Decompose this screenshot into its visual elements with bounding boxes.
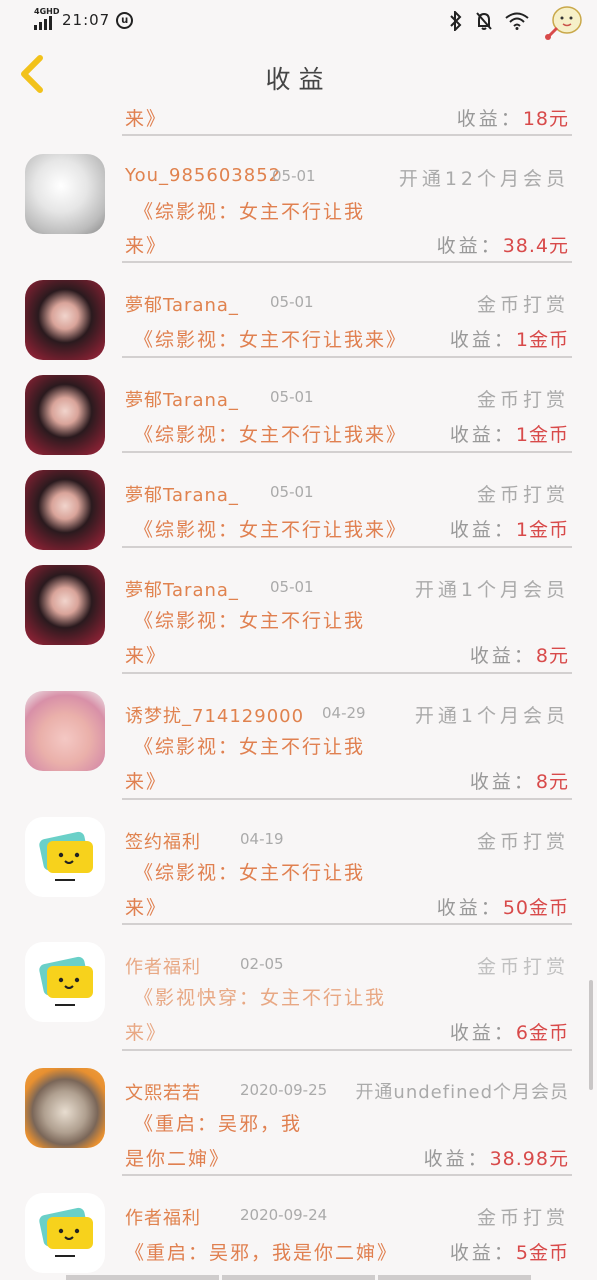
- earnings: 收益：6金币: [449, 1022, 569, 1044]
- user-name: 作者福利: [125, 1208, 201, 1229]
- book-title-cont: 来》: [125, 645, 168, 667]
- user-name: 夢郁Tarana_: [125, 390, 239, 411]
- earning-type: 金币打赏: [476, 956, 569, 978]
- avatar: [25, 1193, 105, 1273]
- book-title: 《综影视：女主不行让我: [134, 862, 366, 884]
- book-title: 《综影视：女主不行让我来》: [134, 329, 408, 351]
- chat-bubble-icon: [39, 831, 93, 881]
- avatar: [25, 470, 105, 550]
- list-item[interactable]: 夢郁Tarana_ 05-01 金币打赏 《综影视：女主不行让我来》 收益：1金…: [0, 453, 597, 550]
- bell-off-icon: [475, 11, 493, 36]
- book-title: 《综影视：女主不行让我: [134, 201, 366, 223]
- book-title: 《重启：吴邪，我是你二婶》: [125, 1242, 399, 1264]
- avatar: [25, 375, 105, 455]
- date: 05-01: [270, 293, 314, 311]
- scrollbar[interactable]: [589, 980, 593, 1090]
- book-title-cont: 来》: [125, 235, 168, 257]
- header: 收益: [0, 46, 597, 100]
- book-title: 《综影视：女主不行让我来》: [134, 424, 408, 446]
- earnings: 收益：8元: [469, 645, 569, 667]
- earning-type: 开通1个月会员: [414, 579, 569, 601]
- user-name: 签约福利: [125, 832, 201, 853]
- earnings-list[interactable]: 来》 收益：18元 You_985603852 05-01 开通12个月会员 《…: [0, 100, 597, 1280]
- date: 2020-09-25: [240, 1081, 328, 1099]
- book-title-cont: 来》: [125, 897, 168, 919]
- book-title: 《影视快穿：女主不行让我: [134, 987, 387, 1009]
- list-item[interactable]: 作者福利 02-05 金币打赏 《影视快穿：女主不行让我 来》 收益：6金币: [0, 925, 597, 1051]
- list-item[interactable]: 文熙若若 2020-09-25 开通undefined个月会员 《重启：吴邪，我…: [0, 1051, 597, 1176]
- avatar: [25, 817, 105, 897]
- avatar: [25, 154, 105, 234]
- earning-type: 开通12个月会员: [398, 168, 569, 190]
- earnings: 收益：1金币: [449, 519, 569, 541]
- user-name: 作者福利: [125, 957, 201, 978]
- list-item[interactable]: 来》 收益：18元: [0, 100, 597, 137]
- status-left: 4GHD 21:07 u: [34, 7, 134, 30]
- book-title-cont: 来》: [125, 771, 168, 793]
- earning-type: 金币打赏: [476, 294, 569, 316]
- avatar: [25, 691, 105, 771]
- network-type: 4GHD: [34, 7, 60, 16]
- book-title-cont: 来》: [125, 1022, 168, 1044]
- list-item[interactable]: 夢郁Tarana_ 05-01 开通1个月会员 《综影视：女主不行让我 来》 收…: [0, 548, 597, 674]
- date: 02-05: [240, 955, 284, 973]
- user-name: 夢郁Tarana_: [125, 485, 239, 506]
- earnings: 收益：50金币: [436, 897, 569, 919]
- earning-type: 金币打赏: [476, 484, 569, 506]
- bluetooth-icon: [449, 9, 463, 36]
- divider: [122, 134, 572, 136]
- avatar: [25, 280, 105, 360]
- date: 2020-09-24: [240, 1206, 328, 1224]
- avatar: [25, 942, 105, 1022]
- earnings: 收益：38.4元: [436, 235, 569, 257]
- earnings: 收益：18元: [456, 108, 569, 130]
- avatar: [25, 1068, 105, 1148]
- earning-type: 金币打赏: [476, 389, 569, 411]
- user-name: 夢郁Tarana_: [125, 295, 239, 316]
- earning-type: 金币打赏: [476, 1207, 569, 1229]
- avatar: [25, 565, 105, 645]
- status-bar: 4GHD 21:07 u: [0, 0, 597, 46]
- date: 05-01: [270, 483, 314, 501]
- list-item[interactable]: 夢郁Tarana_ 05-01 金币打赏 《综影视：女主不行让我来》 收益：1金…: [0, 358, 597, 455]
- earning-type: 开通1个月会员: [414, 705, 569, 727]
- book-title: 《综影视：女主不行让我来》: [134, 519, 408, 541]
- chat-bubble-icon: [39, 956, 93, 1006]
- user-name: 夢郁Tarana_: [125, 580, 239, 601]
- book-title: 《重启：吴邪，我: [134, 1113, 303, 1135]
- user-name: You_985603852: [125, 165, 282, 186]
- date: 04-29: [322, 704, 366, 722]
- mascot-icon: [541, 4, 583, 42]
- date: 05-01: [272, 167, 316, 185]
- list-item[interactable]: 诱梦扰_714129000 04-29 开通1个月会员 《综影视：女主不行让我 …: [0, 674, 597, 800]
- list-item[interactable]: 作者福利 2020-09-24 金币打赏 《重启：吴邪，我是你二婶》 收益：5金…: [0, 1176, 597, 1280]
- date: 04-19: [240, 830, 284, 848]
- earnings: 收益：1金币: [449, 424, 569, 446]
- book-title-cont: 是你二婶》: [125, 1148, 231, 1170]
- clock: 21:07: [62, 11, 111, 29]
- list-item[interactable]: 夢郁Tarana_ 05-01 金币打赏 《综影视：女主不行让我来》 收益：1金…: [0, 263, 597, 360]
- status-right: [449, 4, 583, 42]
- list-item[interactable]: 签约福利 04-19 金币打赏 《综影视：女主不行让我 来》 收益：50金币: [0, 800, 597, 925]
- notification-app-icon: u: [116, 11, 134, 29]
- earning-type: 金币打赏: [476, 831, 569, 853]
- date: 05-01: [270, 578, 314, 596]
- wifi-icon: [505, 12, 529, 35]
- book-title: 《综影视：女主不行让我: [134, 736, 366, 758]
- user-name: 诱梦扰_714129000: [125, 706, 305, 727]
- earnings: 收益：8元: [469, 771, 569, 793]
- earnings: 收益：38.98元: [423, 1148, 569, 1170]
- date: 05-01: [270, 388, 314, 406]
- page-title: 收益: [265, 65, 332, 94]
- bottom-indicator: [66, 1275, 531, 1280]
- earning-type: 开通undefined个月会员: [355, 1082, 569, 1103]
- list-item[interactable]: You_985603852 05-01 开通12个月会员 《综影视：女主不行让我…: [0, 137, 597, 263]
- chat-bubble-icon: [39, 1207, 93, 1257]
- signal-icon: [34, 16, 52, 30]
- book-title: 《综影视：女主不行让我: [134, 610, 366, 632]
- earnings: 收益：5金币: [449, 1242, 569, 1264]
- user-name: 文熙若若: [125, 1083, 201, 1104]
- book-title: 来》: [125, 108, 168, 130]
- earnings: 收益：1金币: [449, 329, 569, 351]
